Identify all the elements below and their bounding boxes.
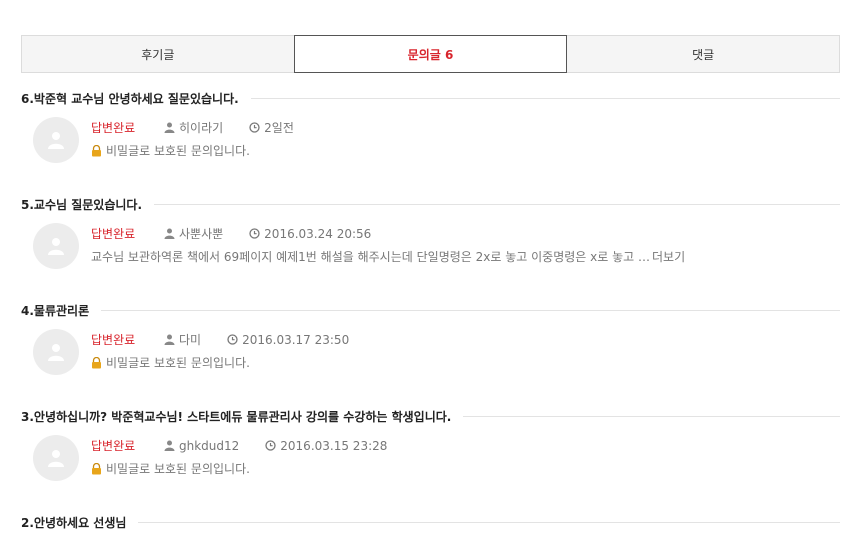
item-title[interactable]: 4.물류관리론 (21, 302, 101, 319)
lock-icon (92, 462, 101, 474)
author-name: 사뿐사뿐 (179, 227, 224, 241)
user-icon (48, 344, 64, 361)
status-badge: 답변완료 (91, 121, 136, 135)
more-link[interactable]: 더보기 (652, 248, 685, 265)
author: 다미 (164, 331, 201, 348)
divider (138, 521, 840, 523)
date-text: 2016.03.17 23:50 (242, 332, 350, 347)
inquiry-list: 6.박준혁 교수님 안녕하세요 질문있습니다. 답변완료 히이라기 2일전 비밀… (21, 86, 840, 533)
content-text: 교수님 보관하역론 책에서 69페이지 예제1번 해설을 해주시는데 단일명령은… (91, 250, 650, 264)
tab-comments[interactable]: 댓글 (567, 35, 841, 73)
divider (463, 415, 840, 417)
clock-icon (249, 122, 260, 133)
item-content[interactable]: 비밀글로 보호된 문의입니다. (91, 142, 250, 159)
status-badge: 답변완료 (91, 439, 136, 453)
author-name: 다미 (179, 333, 202, 347)
avatar (33, 329, 79, 375)
item-title-row[interactable]: 5.교수님 질문있습니다. (21, 192, 840, 216)
item-title[interactable]: 3.안녕하십니까? 박준혁교수님! 스타트에듀 물류관리사 강의를 수강하는 학… (21, 408, 463, 425)
author: 히이라기 (164, 119, 223, 136)
lock-icon (92, 356, 101, 368)
item-content[interactable]: 비밀글로 보호된 문의입니다. (91, 354, 250, 371)
tab-reviews[interactable]: 후기글 (21, 35, 294, 73)
date: 2016.03.24 20:56 (249, 227, 371, 241)
clock-icon (249, 228, 260, 239)
divider (101, 309, 840, 311)
lock-icon (92, 144, 101, 156)
date-text: 2016.03.15 23:28 (280, 438, 388, 453)
list-item: 6.박준혁 교수님 안녕하세요 질문있습니다. 답변완료 히이라기 2일전 비밀… (21, 86, 840, 192)
user-icon (48, 132, 64, 149)
author: ghkdud12 (164, 439, 239, 453)
user-icon (164, 122, 175, 133)
date-text: 2일전 (264, 121, 294, 135)
content-text: 비밀글로 보호된 문의입니다. (106, 356, 250, 370)
item-content[interactable]: 교수님 보관하역론 책에서 69페이지 예제1번 해설을 해주시는데 단일명령은… (91, 248, 685, 265)
avatar (33, 223, 79, 269)
avatar (33, 117, 79, 163)
date: 2일전 (249, 119, 294, 136)
list-item: 2.안녕하세요 선생님 (21, 510, 840, 533)
divider (154, 203, 840, 205)
content-text: 비밀글로 보호된 문의입니다. (106, 144, 250, 158)
author: 사뿐사뿐 (164, 225, 223, 242)
item-content[interactable]: 비밀글로 보호된 문의입니다. (91, 460, 250, 477)
user-icon (164, 334, 175, 345)
status-badge: 답변완료 (91, 333, 136, 347)
date: 2016.03.15 23:28 (265, 439, 387, 453)
tab-bar: 후기글 문의글 6 댓글 (21, 35, 841, 73)
item-title-row[interactable]: 4.물류관리론 (21, 298, 840, 322)
list-item: 5.교수님 질문있습니다. 답변완료 사뿐사뿐 2016.03.24 20:56 (21, 192, 840, 298)
item-title[interactable]: 6.박준혁 교수님 안녕하세요 질문있습니다. (21, 90, 251, 107)
item-title[interactable]: 5.교수님 질문있습니다. (21, 196, 154, 213)
status-badge: 답변완료 (91, 227, 136, 241)
item-title-row[interactable]: 2.안녕하세요 선생님 (21, 510, 840, 533)
tab-inquiries[interactable]: 문의글 6 (293, 35, 568, 73)
user-icon (164, 440, 175, 451)
list-item: 4.물류관리론 답변완료 다미 2016.03.17 23:50 비밀글로 보호… (21, 298, 840, 404)
date-text: 2016.03.24 20:56 (264, 226, 372, 241)
author-name: ghkdud12 (179, 438, 240, 453)
avatar (33, 435, 79, 481)
user-icon (48, 238, 64, 255)
content-text: 비밀글로 보호된 문의입니다. (106, 462, 250, 476)
list-item: 3.안녕하십니까? 박준혁교수님! 스타트에듀 물류관리사 강의를 수강하는 학… (21, 404, 840, 510)
clock-icon (227, 334, 238, 345)
user-icon (48, 450, 64, 467)
clock-icon (265, 440, 276, 451)
item-title-row[interactable]: 6.박준혁 교수님 안녕하세요 질문있습니다. (21, 86, 840, 110)
author-name: 히이라기 (179, 121, 224, 135)
item-title[interactable]: 2.안녕하세요 선생님 (21, 514, 138, 531)
date: 2016.03.17 23:50 (227, 333, 349, 347)
item-title-row[interactable]: 3.안녕하십니까? 박준혁교수님! 스타트에듀 물류관리사 강의를 수강하는 학… (21, 404, 840, 428)
divider (250, 97, 840, 99)
user-icon (164, 228, 175, 239)
